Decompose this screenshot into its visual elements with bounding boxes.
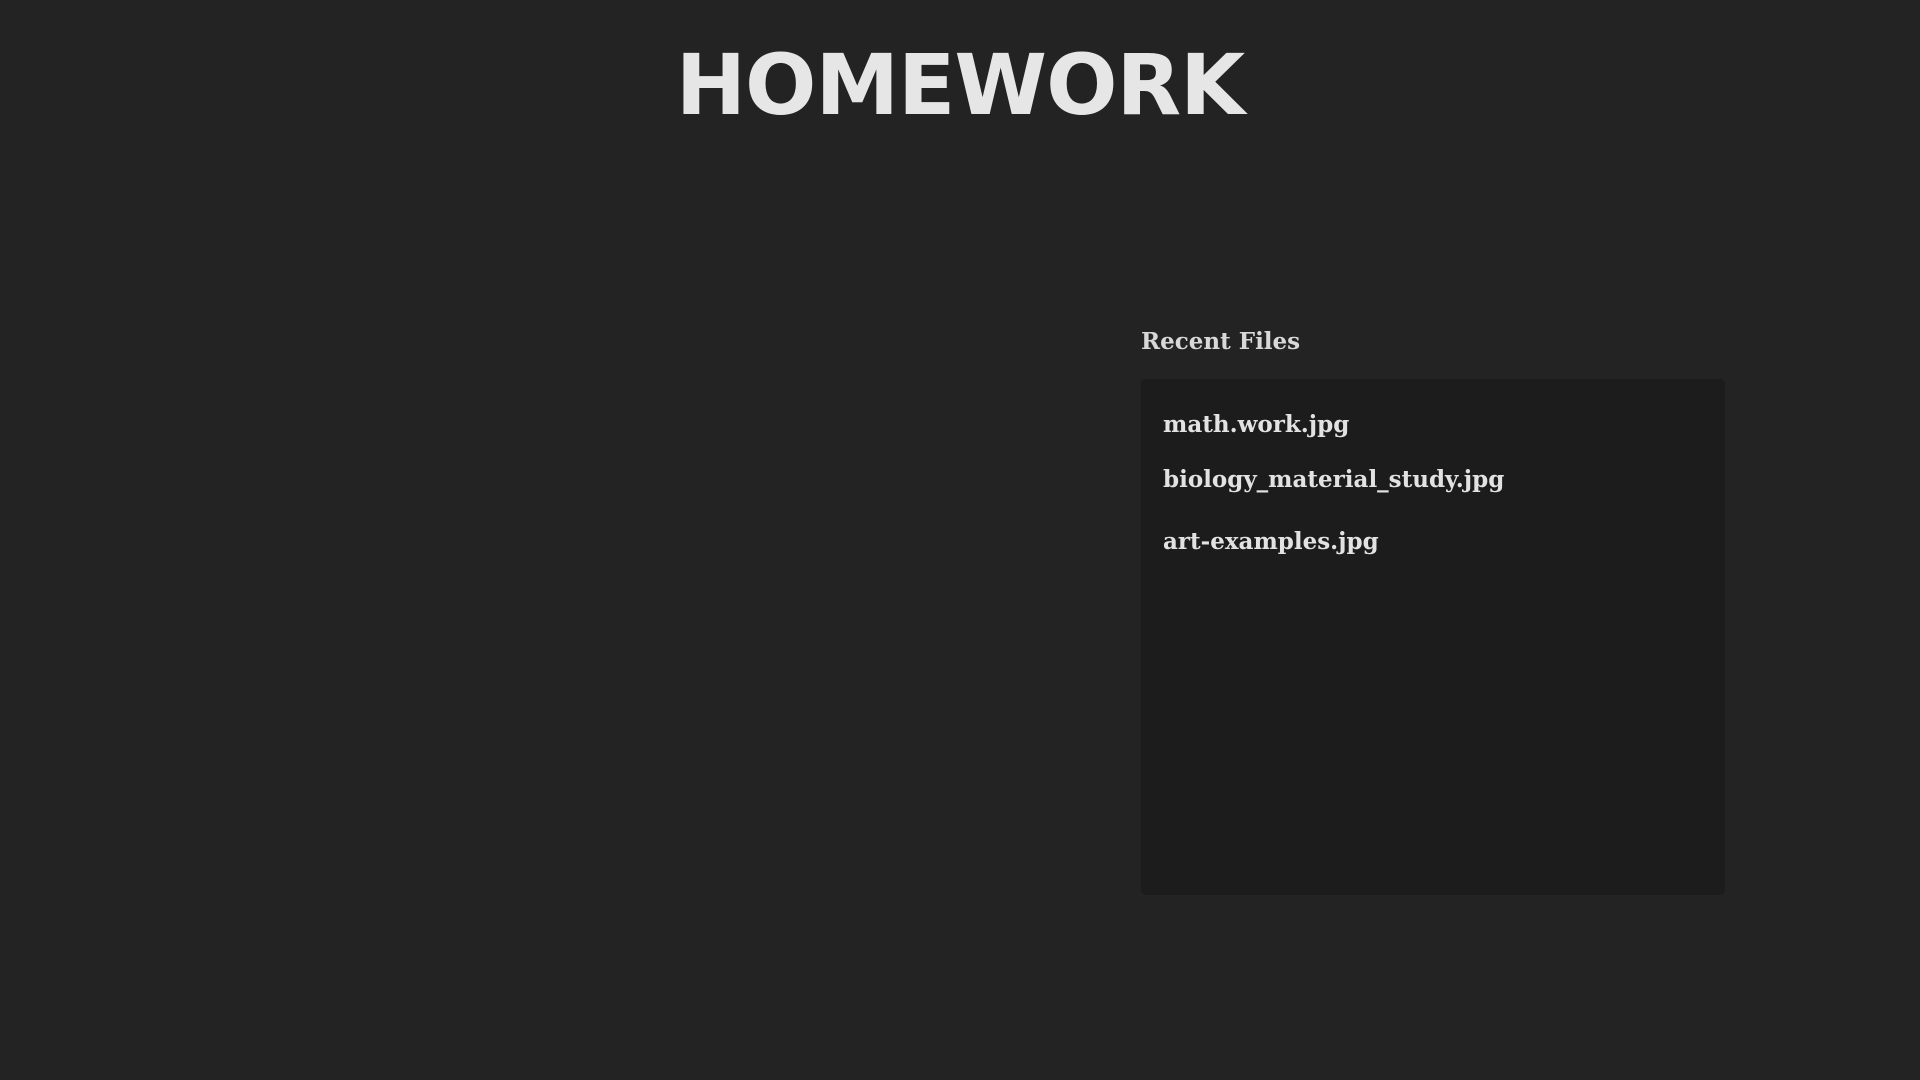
recent-file-item[interactable]: biology_material_study.jpg	[1163, 464, 1725, 496]
recent-files-heading: Recent Files	[1141, 328, 1301, 355]
page-title: HOMEWORK	[675, 36, 1246, 134]
recent-file-item[interactable]: math.work.jpg	[1163, 409, 1725, 441]
recent-file-item[interactable]: art-examples.jpg	[1163, 526, 1725, 558]
recent-files-list: math.work.jpg biology_material_study.jpg…	[1163, 409, 1725, 558]
recent-files-panel: math.work.jpg biology_material_study.jpg…	[1141, 379, 1725, 895]
